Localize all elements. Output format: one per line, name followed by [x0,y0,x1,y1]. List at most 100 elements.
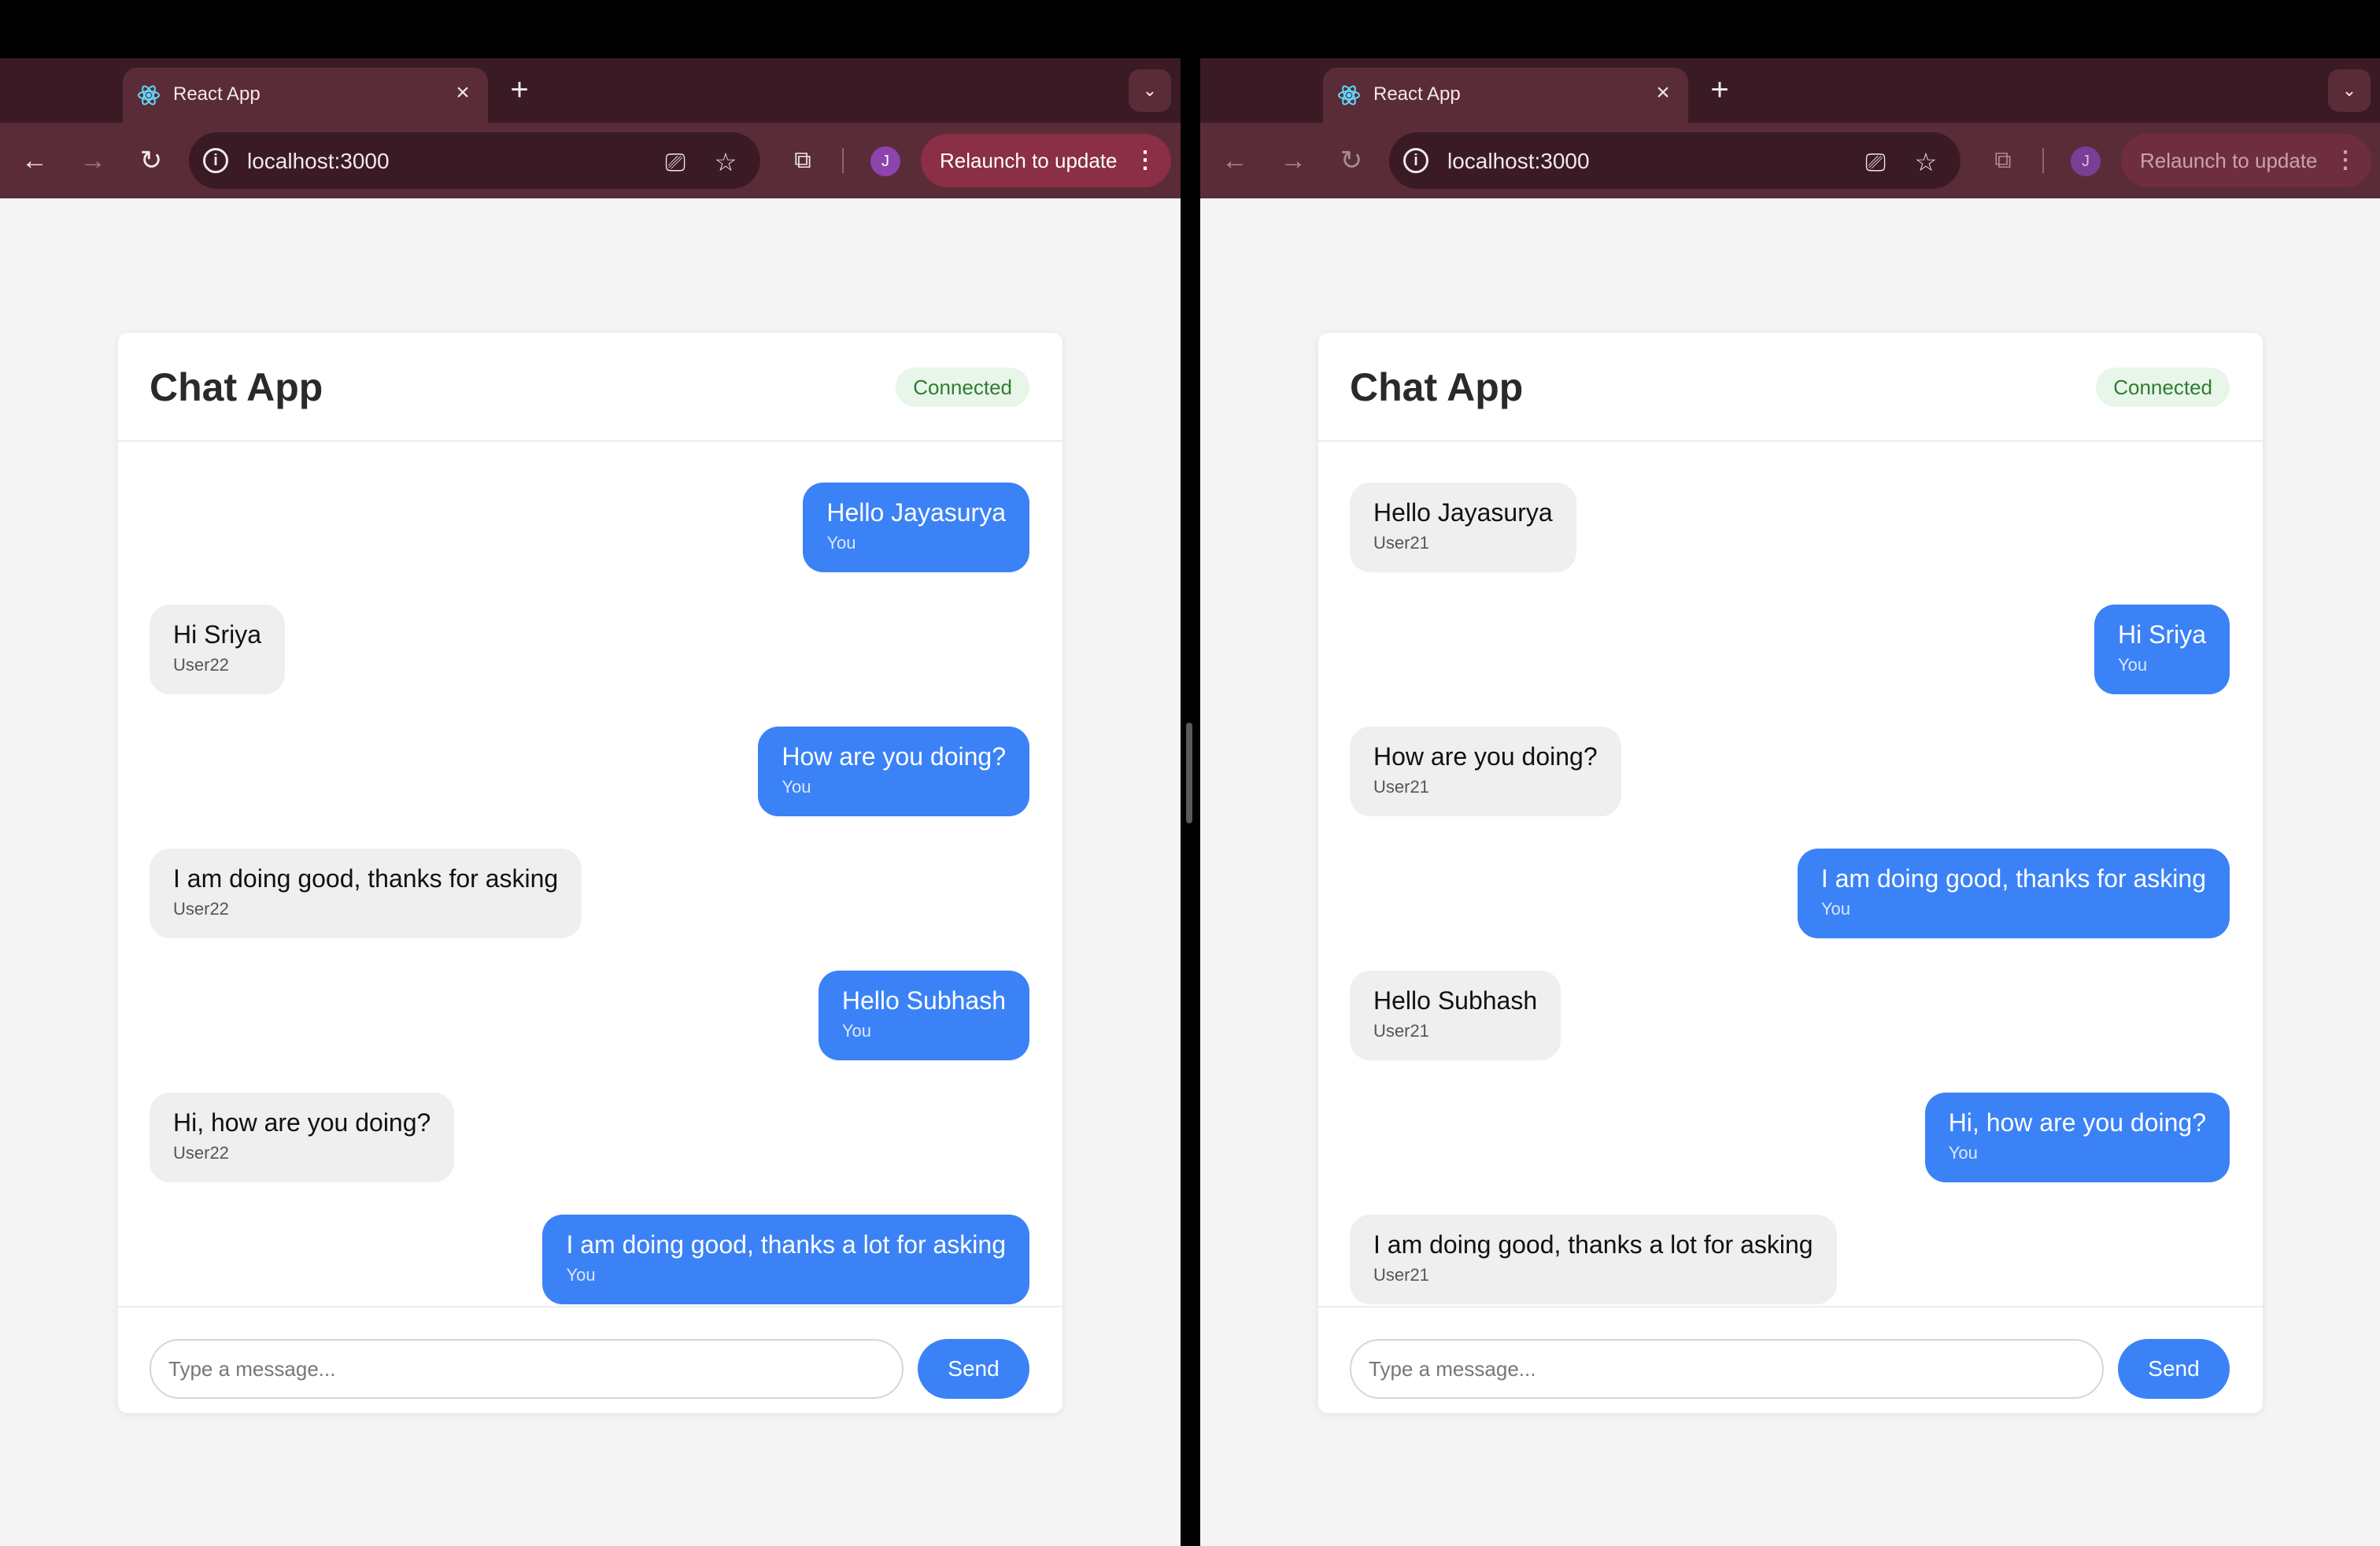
received-message-bubble: I am doing good, thanks a lot for asking… [1350,1215,1837,1304]
message-sender: You [826,533,856,553]
tab-title: React App [1373,83,1461,105]
site-info-icon[interactable]: i [203,148,228,173]
sent-message-bubble: Hi Sriya You [2094,605,2230,694]
received-message-bubble: Hi, how are you doing? User22 [150,1093,455,1182]
install-app-icon[interactable]: ⎚ [1860,146,1891,178]
received-message-bubble: Hi Sriya User22 [150,605,286,694]
message-sender: User22 [173,1143,229,1163]
message-text: Hi Sriya [173,620,262,649]
message-text: I am doing good, thanks for asking [1820,864,2206,893]
message-list[interactable]: Hello Jayasurya User21 Hi Sriya You How are … [1318,443,2263,1306]
url-text[interactable]: localhost:3000 [1447,149,1590,174]
message-text: I am doing good, thanks a lot for asking [1373,1230,1813,1259]
sent-message-bubble: Hello Subhash You [818,971,1029,1060]
reload-icon[interactable]: ↻ [132,142,170,179]
browser-window-left: React App × + ⌄ ← → ↻ i localhost:3000 ⎚… [0,58,1181,1546]
received-message-bubble: Hello Subhash User21 [1350,971,1561,1060]
sent-message-bubble: How are you doing? You [758,727,1029,816]
message-sender: You [841,1021,871,1041]
url-text[interactable]: localhost:3000 [247,149,390,174]
page-content: Chat App Connected Hello Jayasurya You Hi … [0,198,1181,1546]
tab-title: React App [173,83,261,105]
send-button[interactable]: Send [2118,1339,2230,1399]
composer: Send [118,1306,1062,1413]
bookmark-star-icon[interactable]: ☆ [710,146,741,178]
message-text: How are you doing? [782,742,1006,771]
browser-window-right: React App × + ⌄ ← → ↻ i localhost:3000 ⎚… [1200,58,2380,1546]
browser-toolbar: ← → ↻ i localhost:3000 ⎚ ☆ ⧉ J Relaunch … [1200,123,2380,198]
site-info-icon[interactable]: i [1403,148,1428,173]
message-sender: You [1948,1143,1978,1163]
browser-tab[interactable]: React App × [123,68,488,123]
more-menu-icon[interactable]: ⋮ [1133,134,1157,187]
message-list[interactable]: Hello Jayasurya You Hi Sriya User22 How are … [118,443,1062,1306]
new-tab-icon[interactable]: + [504,74,535,105]
message-text: Hello Jayasurya [826,498,1006,527]
more-menu-icon[interactable]: ⋮ [2334,134,2357,187]
back-icon[interactable]: ← [1216,142,1254,179]
message-sender: User21 [1373,1265,1429,1285]
message-sender: You [2117,655,2148,675]
chat-title: Chat App [1350,365,1524,409]
bookmark-star-icon[interactable]: ☆ [1910,146,1942,178]
message-sender: You [566,1265,596,1285]
relaunch-label: Relaunch to update [2140,149,2318,172]
sent-message-bubble: I am doing good, thanks a lot for asking… [542,1215,1029,1304]
message-sender: User21 [1373,533,1429,553]
message-sender: User22 [173,655,229,675]
close-tab-icon[interactable]: × [449,79,477,107]
relaunch-label: Relaunch to update [940,149,1118,172]
close-tab-icon[interactable]: × [1649,79,1677,107]
tab-search-chevron-icon[interactable]: ⌄ [2328,69,2371,112]
extensions-icon[interactable]: ⧉ [784,142,822,179]
chat-title: Chat App [150,365,323,409]
relaunch-button[interactable]: Relaunch to update ⋮ [921,134,1171,187]
message-sender: User22 [173,899,229,919]
chat-card: Chat App Connected Hello Jayasurya User21… [1318,333,2263,1413]
forward-icon[interactable]: → [74,142,112,179]
profile-avatar[interactable]: J [2071,146,2101,176]
message-sender: You [1820,899,1850,919]
chat-header: Chat App Connected [118,333,1062,442]
message-input[interactable] [1350,1339,2104,1399]
profile-avatar[interactable]: J [870,146,900,176]
tab-strip: React App × + ⌄ [1200,58,2380,123]
sent-message-bubble: I am doing good, thanks for asking You [1797,849,2230,938]
address-bar[interactable]: i localhost:3000 ⎚ ☆ [189,132,760,189]
tab-strip: React App × + ⌄ [0,58,1181,123]
sent-message-bubble: Hello Jayasurya You [803,483,1029,572]
react-icon [1338,85,1360,105]
status-badge: Connected [896,368,1029,407]
status-badge: Connected [2096,368,2230,407]
toolbar-separator [842,148,844,173]
message-text: Hi, how are you doing? [173,1108,431,1137]
relaunch-button[interactable]: Relaunch to update ⋮ [2121,134,2371,187]
page-content: Chat App Connected Hello Jayasurya User21… [1200,198,2380,1546]
address-bar[interactable]: i localhost:3000 ⎚ ☆ [1389,132,1961,189]
forward-icon[interactable]: → [1274,142,1312,179]
message-text: Hi, how are you doing? [1948,1108,2206,1137]
tab-search-chevron-icon[interactable]: ⌄ [1129,69,1171,112]
message-input[interactable] [150,1339,904,1399]
screen: React App × + ⌄ ← → ↻ i localhost:3000 ⎚… [0,0,2380,1546]
new-tab-icon[interactable]: + [1704,74,1735,105]
react-icon [138,85,160,105]
message-text: Hello Jayasurya [1373,498,1553,527]
browser-toolbar: ← → ↻ i localhost:3000 ⎚ ☆ ⧉ J Relaunch … [0,123,1181,198]
message-sender: User21 [1373,1021,1429,1041]
browser-tab[interactable]: React App × [1323,68,1688,123]
message-text: Hello Subhash [1373,986,1538,1015]
install-app-icon[interactable]: ⎚ [660,146,691,178]
split-view-divider-handle[interactable] [1186,723,1192,823]
message-text: Hi Sriya [2117,620,2206,649]
extensions-icon[interactable]: ⧉ [1984,142,2022,179]
toolbar-separator [2042,148,2044,173]
reload-icon[interactable]: ↻ [1332,142,1370,179]
send-button[interactable]: Send [918,1339,1029,1399]
message-sender: You [782,777,811,797]
message-text: I am doing good, thanks for asking [173,864,559,893]
message-text: How are you doing? [1373,742,1598,771]
received-message-bubble: I am doing good, thanks for asking User22 [150,849,582,938]
back-icon[interactable]: ← [16,142,54,179]
sent-message-bubble: Hi, how are you doing? You [1924,1093,2230,1182]
